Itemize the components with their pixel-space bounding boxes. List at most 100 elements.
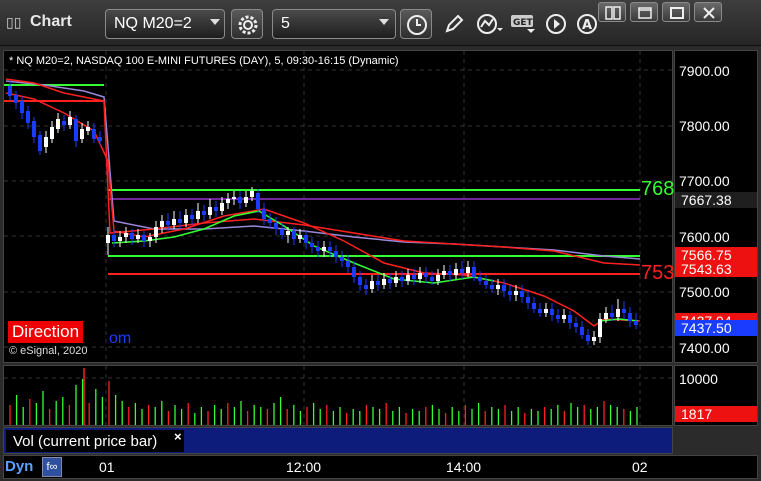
clock-icon	[407, 15, 427, 35]
candle-body	[586, 335, 590, 341]
alert-icon: A	[577, 14, 597, 34]
settings-gear-icon	[238, 15, 258, 35]
candle-body	[454, 269, 458, 275]
candle-body	[44, 137, 48, 147]
symbol-dropdown[interactable]: NQ M20=2	[105, 9, 225, 39]
candle-body	[196, 211, 200, 219]
direction-label-suffix: om	[109, 330, 132, 347]
volume-last-badge: 1817	[675, 406, 757, 422]
candle-body	[478, 277, 482, 281]
candle-body	[232, 197, 236, 199]
symbol-value: NQ M20=2	[114, 15, 192, 32]
link-window-button[interactable]	[598, 2, 626, 22]
candle-body	[214, 207, 218, 211]
price-axis[interactable]: 7900.00 7800.00 7700.00 7600.00 7500.00 …	[674, 50, 758, 363]
candle-body	[190, 215, 194, 219]
volume-gridlines	[4, 366, 672, 425]
candlestick-series	[8, 81, 638, 345]
candle-body	[448, 271, 452, 275]
close-study-icon[interactable]: ×	[174, 429, 182, 444]
candle-body	[340, 257, 344, 261]
interval-dropdown[interactable]: 5	[272, 9, 396, 39]
price-tick: 7400.00	[679, 340, 730, 356]
play-icon	[546, 14, 566, 34]
candle-body	[268, 219, 272, 223]
candle-body	[244, 197, 248, 203]
play-button[interactable]	[540, 9, 572, 39]
maximize-window-button[interactable]	[662, 2, 690, 22]
candle-body	[220, 203, 224, 211]
candle-body	[562, 315, 566, 319]
candle-body	[298, 235, 302, 239]
candle-body	[376, 281, 380, 285]
candle-body	[32, 121, 36, 137]
volume-axis[interactable]: 10000 1817	[674, 365, 758, 426]
chart-header: * NQ M20=2, NASDAQ 100 E-MINI FUTURES (D…	[9, 55, 399, 67]
window-title: Chart	[30, 13, 72, 30]
direction-label: Direction	[8, 321, 84, 343]
candle-body	[616, 309, 620, 317]
time-label: 01	[99, 459, 115, 475]
candle-body	[124, 233, 128, 237]
draw-tool-button[interactable]	[438, 9, 470, 39]
price-chart-canvas[interactable]	[4, 51, 672, 362]
candle-body	[20, 101, 24, 113]
settings-gear-button[interactable]	[231, 9, 263, 39]
study-button[interactable]	[472, 9, 504, 39]
candle-body	[112, 235, 116, 241]
candle-body	[14, 95, 18, 103]
candle-body	[628, 313, 632, 321]
candle-body	[8, 86, 12, 96]
title-bar: ▯▯ Chart NQ M20=2 5 GET A	[0, 0, 761, 46]
candle-body	[550, 309, 554, 315]
dynamic-toggle-icon[interactable]: f∞	[42, 457, 62, 477]
restore-window-button[interactable]	[630, 2, 658, 22]
candle-body	[106, 235, 110, 243]
candle-body	[574, 323, 578, 327]
volume-canvas	[4, 366, 672, 425]
clock-button[interactable]	[400, 9, 432, 39]
candle-body	[604, 313, 608, 319]
price-tick: 7800.00	[679, 118, 730, 134]
volume-study-label-box[interactable]: Vol (current price bar) ×	[6, 429, 184, 452]
candle-body	[424, 273, 428, 277]
close-window-button[interactable]	[694, 2, 722, 22]
get-data-button[interactable]: GET	[506, 9, 538, 39]
candle-body	[532, 303, 536, 309]
get-data-icon: GET	[511, 15, 535, 33]
candle-body	[172, 219, 176, 225]
candle-body	[226, 199, 230, 203]
candle-body	[280, 229, 284, 235]
candle-body	[334, 251, 338, 257]
candle-body	[238, 197, 242, 203]
candle-body	[286, 231, 290, 235]
candle-body	[400, 277, 404, 281]
interval-value: 5	[281, 15, 290, 32]
volume-pane[interactable]	[3, 365, 673, 426]
time-label: 12:00	[286, 459, 322, 475]
candle-body	[484, 281, 488, 285]
candle-body	[208, 207, 212, 215]
restore-icon	[638, 7, 652, 19]
price-badge-last: 7437.50	[675, 320, 757, 336]
time-label: 14:00	[446, 459, 482, 475]
candle-body	[148, 237, 152, 241]
candle-body	[592, 337, 596, 341]
candle-body	[418, 273, 422, 279]
candle-body	[178, 219, 182, 223]
chevron-down-icon	[379, 19, 389, 25]
candle-body	[520, 291, 524, 297]
price-tick: 7700.00	[679, 173, 730, 189]
price-chart-pane[interactable]: * NQ M20=2, NASDAQ 100 E-MINI FUTURES (D…	[3, 50, 675, 363]
candle-body	[388, 279, 392, 283]
candle-body	[160, 221, 164, 227]
upper-line-label: 768	[641, 178, 675, 200]
svg-text:GET: GET	[513, 18, 534, 28]
candle-body	[68, 117, 72, 125]
candle-body	[98, 137, 102, 141]
candle-body	[460, 269, 464, 273]
dynamic-label: Dyn	[5, 458, 34, 475]
candle-body	[502, 285, 506, 291]
close-icon	[703, 7, 715, 19]
candle-body	[538, 309, 542, 313]
